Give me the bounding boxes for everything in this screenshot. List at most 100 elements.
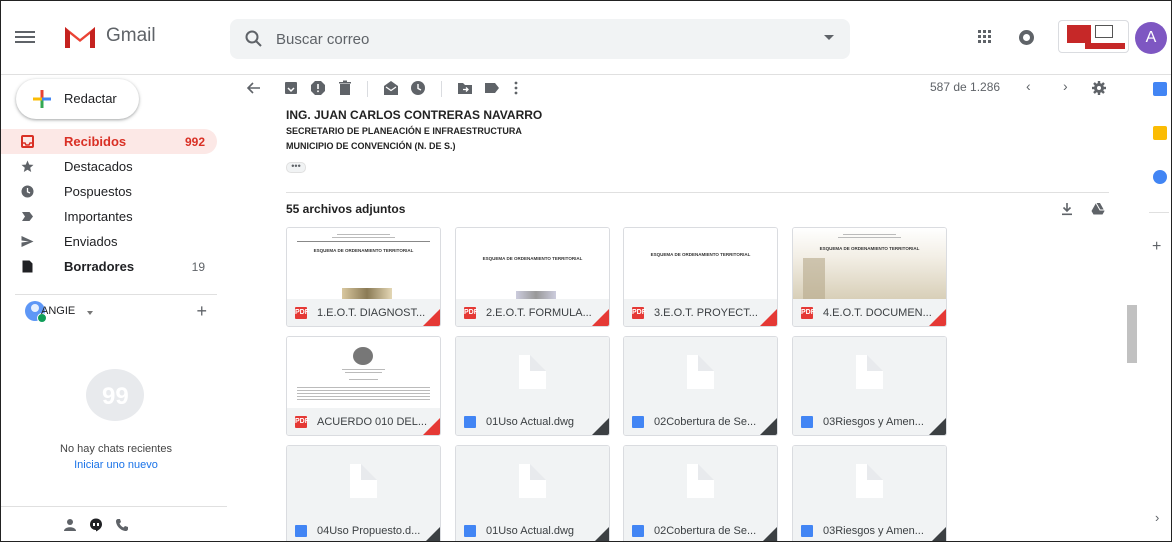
sidebar-item-starred[interactable]: Destacados [1, 154, 217, 179]
attachment-card[interactable]: 01Uso Actual.dwg [455, 445, 610, 541]
more-options-icon[interactable] [508, 80, 524, 96]
card-corner-fold [592, 418, 609, 435]
card-corner-fold [592, 527, 609, 541]
archive-icon[interactable] [283, 80, 299, 96]
sidebar-item-sent[interactable]: Enviados [1, 229, 217, 254]
snooze-icon[interactable] [410, 80, 426, 96]
gmail-window: Gmail A Redact [0, 0, 1172, 542]
signature-name: ING. JUAN CARLOS CONTRERAS NAVARRO [286, 108, 543, 122]
search-icon[interactable] [244, 29, 264, 49]
compose-label: Redactar [64, 91, 117, 106]
sidebar-item-label: Destacados [64, 159, 133, 174]
sidebar-item-label: Pospuestos [64, 184, 132, 199]
attachment-thumbnail [456, 446, 609, 517]
attachment-footer: PDF ACUERDO 010 DEL... [287, 408, 440, 435]
sidebar-item-inbox[interactable]: Recibidos 992 [1, 129, 217, 154]
attachment-thumbnail: ESQUEMA DE ORDENAMIENTO TERRITORIAL [793, 228, 946, 299]
no-chats-text: No hay chats recientes [60, 443, 172, 455]
pdf-file-icon: PDF [295, 307, 309, 319]
start-chat-link[interactable]: Iniciar uno nuevo [1, 459, 231, 471]
file-icon [295, 525, 307, 537]
apps-grid-icon[interactable] [978, 30, 992, 44]
generic-file-icon [519, 464, 546, 498]
signature-org: MUNICIPIO DE CONVENCIÓN (N. DE S.) [286, 141, 456, 151]
attachment-footer: 04Uso Propuesto.d... [287, 517, 440, 541]
search-bar[interactable] [230, 19, 850, 59]
card-corner-fold [423, 418, 440, 435]
attachment-card[interactable]: 04Uso Propuesto.d... [286, 445, 441, 541]
main-menu-icon[interactable] [15, 28, 35, 46]
hangouts-icon[interactable] [89, 518, 103, 532]
attachment-footer: 02Cobertura de Se... [624, 517, 777, 541]
report-spam-icon[interactable] [310, 80, 326, 96]
sidebar-item-important[interactable]: Importantes [1, 204, 217, 229]
attachment-card[interactable]: ESQUEMA DE ORDENAMIENTO TERRITORIAL PDF … [455, 227, 610, 327]
newer-chevron-icon[interactable]: ‹ [1026, 78, 1031, 94]
attachment-footer: PDF 2.E.O.T. FORMULA... [456, 299, 609, 326]
expand-panel-chevron-icon[interactable]: › [1155, 510, 1159, 525]
inbox-icon [21, 135, 34, 148]
attachment-thumbnail [793, 337, 946, 408]
keep-icon[interactable] [1153, 126, 1167, 140]
get-addons-icon[interactable]: + [1152, 238, 1161, 256]
sidebar-item-drafts[interactable]: Borradores 19 [1, 254, 217, 279]
move-to-icon[interactable] [457, 80, 473, 96]
tasks-icon[interactable] [1153, 170, 1167, 184]
phone-icon[interactable] [115, 518, 129, 532]
download-all-icon[interactable] [1060, 202, 1074, 216]
attachment-thumbnail [287, 446, 440, 517]
sidebar: Redactar Recibidos 992 Destacados Pospue… [1, 76, 227, 541]
attachments-divider [286, 192, 1109, 193]
sidebar-item-label: Recibidos [64, 134, 127, 149]
file-icon [464, 416, 476, 428]
email-content: ING. JUAN CARLOS CONTRERAS NAVARRO SECRE… [233, 106, 1121, 541]
show-trimmed-content-button[interactable]: ••• [286, 162, 306, 173]
attachment-card[interactable]: ESQUEMA DE ORDENAMIENTO TERRITORIAL PDF … [286, 227, 441, 327]
account-avatar[interactable]: A [1135, 22, 1167, 54]
clock-icon [21, 185, 34, 198]
generic-file-icon [687, 355, 714, 389]
attachment-card[interactable]: 02Cobertura de Se... [623, 445, 778, 541]
search-options-caret-icon[interactable] [824, 35, 834, 40]
pdf-file-icon: PDF [464, 307, 478, 319]
attachment-card[interactable]: PDF ACUERDO 010 DEL... [286, 336, 441, 436]
attachment-card[interactable]: ESQUEMA DE ORDENAMIENTO TERRITORIAL PDF … [792, 227, 947, 327]
card-corner-fold [929, 418, 946, 435]
card-corner-fold [760, 309, 777, 326]
generic-file-icon [687, 464, 714, 498]
hangouts-user-name: ANGIE [41, 305, 76, 317]
contacts-icon[interactable] [63, 518, 77, 532]
search-input[interactable] [276, 29, 776, 49]
scrollbar-thumb[interactable] [1127, 305, 1137, 363]
back-arrow-icon[interactable] [246, 80, 262, 96]
send-icon [21, 236, 34, 247]
hangouts-user[interactable]: ANGIE + [25, 301, 217, 323]
mark-unread-icon[interactable] [383, 80, 399, 96]
sidebar-item-snoozed[interactable]: Pospuestos [1, 179, 217, 204]
compose-button[interactable]: Redactar [16, 79, 139, 119]
attachment-name: 02Cobertura de Se... [654, 416, 757, 428]
gmail-logo-icon[interactable] [63, 23, 97, 50]
settings-gear-icon[interactable] [1091, 80, 1107, 96]
attachment-card[interactable]: 01Uso Actual.dwg [455, 336, 610, 436]
attachments-title: 55 archivos adjuntos [286, 202, 406, 216]
chat-bubble-icon: 99 [86, 369, 144, 421]
attachment-card[interactable]: 03Riesgos y Amen... [792, 336, 947, 436]
chevron-down-icon[interactable] [87, 311, 93, 315]
attachment-footer: 03Riesgos y Amen... [793, 517, 946, 541]
organization-logo[interactable] [1058, 20, 1129, 53]
save-to-drive-icon[interactable] [1091, 202, 1105, 216]
attachment-card[interactable]: 03Riesgos y Amen... [792, 445, 947, 541]
card-corner-fold [760, 418, 777, 435]
pagination-info: 587 de 1.286 [930, 80, 1001, 94]
file-icon [464, 525, 476, 537]
calendar-icon[interactable] [1153, 82, 1167, 96]
notifications-icon[interactable] [1019, 30, 1034, 45]
attachment-card[interactable]: ESQUEMA DE ORDENAMIENTO TERRITORIAL PDF … [623, 227, 778, 327]
older-chevron-icon[interactable]: › [1063, 78, 1068, 94]
attachment-card[interactable]: 02Cobertura de Se... [623, 336, 778, 436]
add-chat-icon[interactable]: + [196, 301, 207, 322]
label-icon[interactable] [484, 80, 500, 96]
delete-icon[interactable] [337, 80, 353, 96]
message-toolbar: 587 de 1.286 ‹ › [233, 76, 1121, 106]
